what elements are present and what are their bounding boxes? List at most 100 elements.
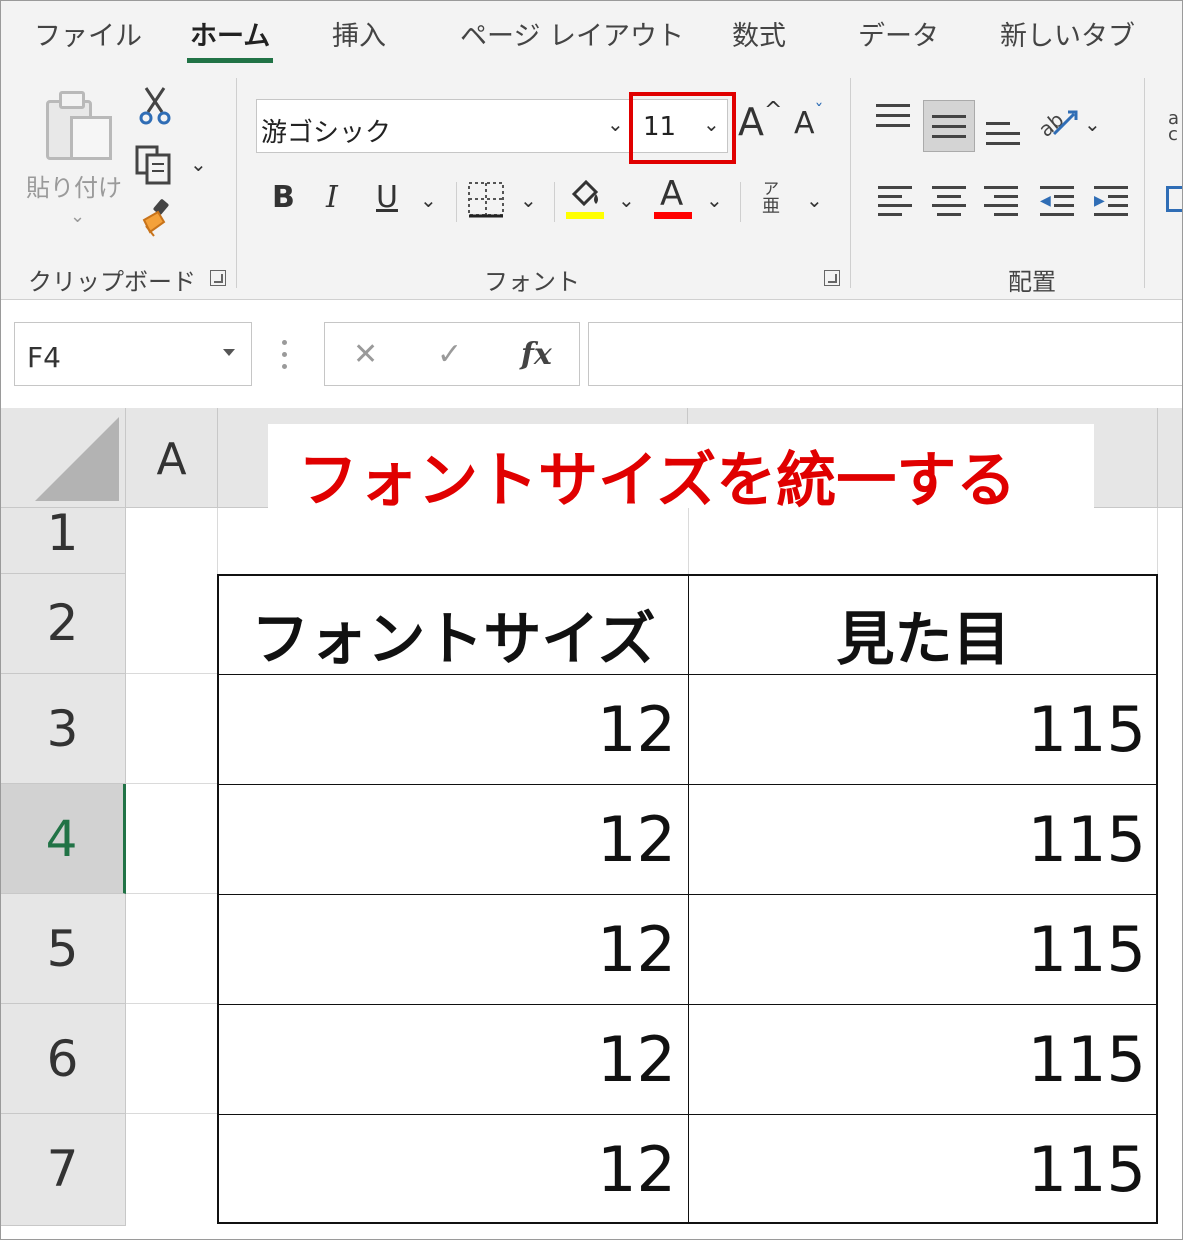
increase-indent-icon[interactable]: ▶ bbox=[1094, 186, 1130, 216]
tab-formulas[interactable]: 数式 bbox=[732, 14, 786, 53]
insert-function-icon[interactable]: fx bbox=[521, 337, 552, 372]
cancel-icon[interactable]: ✕ bbox=[353, 337, 378, 372]
table-cell[interactable]: 12 bbox=[219, 785, 689, 895]
clipboard-launcher-icon[interactable] bbox=[210, 270, 226, 286]
wrap-text-icon[interactable]: a c bbox=[1160, 108, 1183, 148]
borders-icon[interactable] bbox=[466, 180, 506, 220]
font-size-chevron-icon: ⌄ bbox=[703, 112, 720, 136]
tab-new-tab[interactable]: 新しいタブ bbox=[1000, 14, 1135, 53]
table-cell[interactable]: 12 bbox=[219, 1115, 689, 1222]
table-cell[interactable]: 115 bbox=[689, 1005, 1158, 1115]
row-header-2[interactable]: 2 bbox=[0, 574, 126, 674]
align-left-icon[interactable] bbox=[878, 186, 914, 216]
table-cell[interactable]: 12 bbox=[219, 1005, 689, 1115]
table-cell[interactable]: 115 bbox=[689, 1115, 1158, 1222]
tab-data[interactable]: データ bbox=[858, 14, 939, 53]
font-name-select[interactable]: 游ゴシック ⌄ bbox=[256, 99, 632, 153]
gridline bbox=[217, 508, 218, 574]
tab-insert[interactable]: 挿入 bbox=[332, 14, 386, 53]
table-cell[interactable]: 115 bbox=[689, 785, 1158, 895]
phonetic-guide-icon[interactable]: ア 亜 bbox=[762, 180, 780, 216]
gridline bbox=[126, 893, 218, 894]
paste-paper-icon bbox=[70, 116, 112, 160]
column-header-a[interactable]: A bbox=[126, 408, 218, 508]
paste-label: 貼り付け bbox=[26, 174, 122, 202]
underline-button[interactable]: U bbox=[376, 180, 398, 215]
cell-value: 115 bbox=[1027, 1023, 1146, 1096]
format-painter-icon[interactable] bbox=[136, 198, 176, 238]
phonetic-bottom: 亜 bbox=[762, 196, 780, 217]
name-box[interactable]: F4 bbox=[14, 322, 252, 386]
cell-value: 12 bbox=[597, 913, 676, 986]
name-box-value: F4 bbox=[27, 341, 61, 374]
merge-center-icon[interactable] bbox=[1160, 184, 1183, 218]
row-header-label: 7 bbox=[46, 1140, 79, 1198]
chevron-down-icon[interactable]: ⌄ bbox=[70, 206, 85, 227]
formula-bar-grip-icon[interactable] bbox=[282, 340, 288, 370]
phonetic-chevron-icon[interactable]: ⌄ bbox=[806, 188, 823, 212]
row-header-label: 4 bbox=[45, 810, 78, 868]
font-size-value: 11 bbox=[643, 112, 677, 142]
row-header-5[interactable]: 5 bbox=[0, 894, 126, 1004]
align-middle-icon[interactable] bbox=[923, 100, 975, 152]
ribbon-tabs: ファイル ホーム 挿入 ページ レイアウト 数式 データ 新しいタブ bbox=[0, 0, 1183, 70]
row-header-6[interactable]: 6 bbox=[0, 1004, 126, 1114]
table-cell[interactable]: 12 bbox=[219, 675, 689, 785]
fill-color-chevron-icon[interactable]: ⌄ bbox=[618, 188, 635, 212]
font-color-chevron-icon[interactable]: ⌄ bbox=[706, 188, 723, 212]
borders-chevron-icon[interactable]: ⌄ bbox=[520, 188, 537, 212]
gridline bbox=[1157, 508, 1158, 574]
underline-chevron-icon[interactable]: ⌄ bbox=[420, 188, 437, 212]
group-separator bbox=[236, 78, 237, 288]
column-header-d[interactable] bbox=[1158, 408, 1183, 508]
cell-value: 12 bbox=[597, 803, 676, 876]
copy-icon[interactable] bbox=[134, 144, 178, 186]
table-cell[interactable]: 115 bbox=[689, 895, 1158, 1005]
font-name-chevron-icon: ⌄ bbox=[607, 112, 624, 136]
copy-dropdown-chevron-icon[interactable]: ⌄ bbox=[190, 152, 207, 176]
column-header-label: A bbox=[156, 434, 187, 485]
header-cell-appearance[interactable]: 見た目 bbox=[689, 576, 1158, 675]
bold-button[interactable]: B bbox=[272, 180, 295, 215]
align-bottom-icon[interactable] bbox=[986, 118, 1022, 148]
header-cell-font-size[interactable]: フォントサイズ bbox=[219, 576, 689, 675]
tab-file[interactable]: ファイル bbox=[34, 14, 142, 53]
tab-home[interactable]: ホーム bbox=[186, 14, 274, 63]
cell-value: 115 bbox=[1027, 693, 1146, 766]
table-cell[interactable]: 115 bbox=[689, 675, 1158, 785]
header-label: 見た目 bbox=[836, 605, 1011, 673]
align-center-icon[interactable] bbox=[932, 186, 968, 216]
enter-check-icon[interactable]: ✓ bbox=[437, 337, 462, 372]
font-group-label: フォント bbox=[484, 268, 580, 296]
font-launcher-icon[interactable] bbox=[824, 270, 840, 286]
ribbon: ファイル ホーム 挿入 ページ レイアウト 数式 データ 新しいタブ 貼り付け … bbox=[0, 0, 1183, 300]
gridline bbox=[126, 1113, 218, 1114]
italic-button[interactable]: I bbox=[326, 180, 338, 215]
font-color-button[interactable]: A bbox=[660, 174, 683, 214]
grow-font-icon[interactable]: A^ bbox=[738, 98, 782, 144]
orientation-icon[interactable]: ab bbox=[1036, 104, 1080, 140]
row-header-3[interactable]: 3 bbox=[0, 674, 126, 784]
font-size-select[interactable]: 11 ⌄ bbox=[632, 99, 728, 153]
data-table: フォントサイズ 見た目 12 115 12 115 12 115 12 115 … bbox=[217, 574, 1158, 1224]
tab-page-layout[interactable]: ページ レイアウト bbox=[460, 14, 684, 53]
fill-color-icon[interactable] bbox=[566, 178, 606, 212]
grow-font-glyph: A bbox=[738, 100, 764, 144]
row-header-1[interactable]: 1 bbox=[0, 504, 126, 574]
decrease-indent-icon[interactable]: ◀ bbox=[1040, 186, 1076, 216]
row-header-7[interactable]: 7 bbox=[0, 1114, 126, 1226]
row-header-4[interactable]: 4 bbox=[0, 784, 126, 894]
formula-input[interactable] bbox=[588, 322, 1183, 386]
shrink-font-icon[interactable]: Aˇ bbox=[794, 101, 824, 141]
align-top-icon[interactable] bbox=[876, 104, 912, 134]
orientation-chevron-icon[interactable]: ⌄ bbox=[1084, 112, 1101, 136]
table-cell[interactable]: 12 bbox=[219, 895, 689, 1005]
cut-icon[interactable] bbox=[138, 86, 172, 126]
name-box-caret-icon bbox=[223, 349, 235, 356]
gridline bbox=[126, 783, 218, 784]
cell-value: 12 bbox=[597, 693, 676, 766]
row-header-label: 6 bbox=[46, 1030, 79, 1088]
align-right-icon[interactable] bbox=[984, 186, 1020, 216]
alignment-group-label: 配置 bbox=[1008, 268, 1056, 296]
select-all-corner[interactable] bbox=[0, 408, 126, 508]
